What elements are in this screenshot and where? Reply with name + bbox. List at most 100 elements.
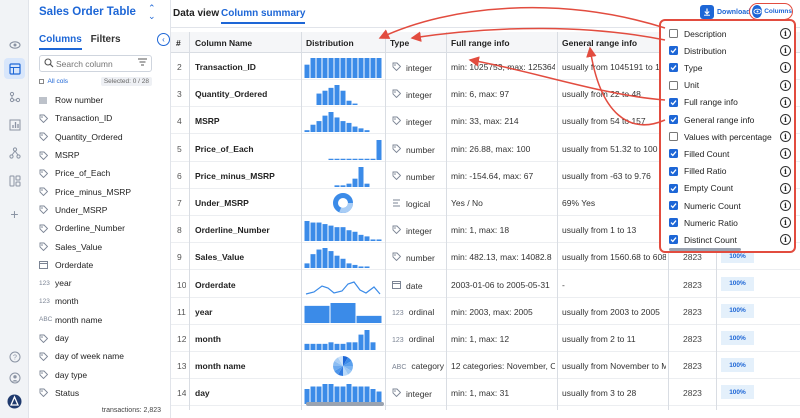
horizontal-scrollbar[interactable]	[306, 402, 384, 406]
columns-option[interactable]: Full range info i	[669, 94, 793, 111]
option-checkbox[interactable]	[669, 149, 678, 159]
table-row[interactable]: 14 day integer min: 1, max: 31 usually from …	[171, 379, 800, 407]
info-icon[interactable]: i	[780, 182, 791, 194]
popup-scrollbar[interactable]	[669, 248, 741, 251]
table-row[interactable]: 12 month 123 ordinal min: 1, max: 12 usually …	[171, 325, 800, 352]
sidebar-column-item[interactable]: day	[39, 329, 165, 347]
columns-option[interactable]: Filled Ratio i	[669, 163, 793, 180]
option-checkbox[interactable]	[669, 235, 678, 245]
plus-icon[interactable]: +	[4, 203, 25, 224]
columns-option[interactable]: General range info i	[669, 111, 793, 128]
distribution-chart	[304, 221, 382, 242]
option-checkbox[interactable]	[669, 29, 678, 38]
sidebar-column-item[interactable]: 123 month	[39, 292, 165, 310]
distribution-bar	[304, 263, 310, 269]
user-icon[interactable]	[4, 367, 25, 388]
dashboard-icon[interactable]	[4, 170, 25, 191]
filled-count: 2823	[683, 361, 702, 372]
option-checkbox[interactable]	[669, 63, 678, 73]
columns-option[interactable]: Distribution i	[669, 42, 793, 59]
sidebar-column-item[interactable]: Row number	[39, 91, 165, 109]
sidebar-column-item[interactable]: Price_of_Each	[39, 164, 165, 182]
distribution-bar	[370, 239, 376, 242]
download-button[interactable]: Download	[700, 4, 750, 20]
help-icon[interactable]: ?	[4, 346, 25, 367]
filled-count: 2823	[683, 306, 702, 317]
download-label: Download	[717, 8, 751, 16]
columns-option[interactable]: Type i	[669, 59, 793, 76]
option-checkbox[interactable]	[669, 201, 678, 210]
search-input[interactable]	[56, 58, 134, 70]
sidebar-column-item[interactable]: day type	[39, 365, 165, 383]
columns-option[interactable]: Distinct Count i	[669, 231, 793, 248]
sidebar-column-item[interactable]: Quantity_Ordered	[39, 128, 165, 146]
table-row[interactable]: 10 Orderdate date 2003-01-06 to 2005-05-31 -…	[171, 271, 800, 298]
option-checkbox[interactable]	[669, 183, 678, 193]
columns-option[interactable]: Numeric Ratio i	[669, 214, 793, 231]
header-general-range[interactable]: General range info	[562, 38, 637, 48]
option-checkbox[interactable]	[669, 80, 678, 90]
option-checkbox[interactable]	[669, 218, 678, 228]
table-title[interactable]: Sales Order Table	[39, 6, 136, 18]
sidebar-column-item[interactable]: ABC month name	[39, 311, 165, 329]
collapse-sidebar-icon[interactable]: ‹	[157, 33, 170, 46]
info-icon[interactable]: i	[780, 200, 791, 211]
option-checkbox[interactable]	[669, 132, 678, 142]
distribution-bar	[352, 126, 358, 133]
tab-column-summary[interactable]: Column summary	[221, 8, 306, 24]
tab-columns[interactable]: Columns	[39, 34, 82, 50]
info-icon[interactable]: i	[780, 165, 791, 177]
option-checkbox[interactable]	[669, 166, 678, 176]
info-icon[interactable]: i	[780, 96, 791, 108]
option-checkbox[interactable]	[669, 97, 678, 107]
info-icon[interactable]: i	[780, 28, 791, 39]
info-icon[interactable]: i	[780, 114, 791, 125]
filter-icon[interactable]	[138, 58, 147, 68]
columns-option[interactable]: Values with percentage i	[669, 128, 793, 145]
header-full-range[interactable]: Full range info	[451, 38, 510, 48]
sidebar-column-item[interactable]: MSRP	[39, 146, 165, 164]
info-icon[interactable]: i	[780, 148, 791, 160]
sidebar-column-item[interactable]: Under_MSRP	[39, 201, 165, 219]
all-cols-checkbox[interactable]	[39, 78, 44, 84]
header-distribution[interactable]: Distribution	[306, 38, 354, 48]
chart-icon[interactable]	[4, 114, 25, 135]
table-icon[interactable]	[4, 58, 25, 79]
columns-option[interactable]: Empty Count i	[669, 180, 793, 197]
all-cols-label[interactable]: All cols	[47, 78, 68, 85]
sidebar-column-item[interactable]: Orderdate	[39, 256, 165, 274]
sidebar-column-item[interactable]: 123 year	[39, 274, 165, 292]
columns-option[interactable]: Unit i	[669, 77, 793, 94]
info-icon[interactable]: i	[780, 217, 791, 229]
sidebar-column-label: day of week name	[55, 351, 124, 362]
tab-data-view[interactable]: Data view	[173, 8, 219, 19]
columns-option[interactable]: Numeric Count i	[669, 197, 793, 214]
info-icon[interactable]: i	[780, 62, 791, 74]
info-icon[interactable]: i	[780, 131, 791, 143]
table-row[interactable]: 11 year 123 ordinal min: 2003, max: 2005 usua…	[171, 298, 800, 325]
option-checkbox[interactable]	[669, 115, 678, 124]
header-type[interactable]: Type	[390, 38, 409, 48]
columns-option[interactable]: Filled Count i	[669, 145, 793, 162]
info-icon[interactable]: i	[780, 234, 791, 246]
header-num[interactable]: #	[176, 38, 181, 48]
option-checkbox[interactable]	[669, 46, 678, 56]
filled-ratio: 100%	[721, 385, 754, 400]
header-column-name[interactable]: Column Name	[195, 38, 252, 48]
table-switch-icon[interactable]: ⌃ ⌄	[148, 4, 156, 21]
tree-icon[interactable]	[4, 142, 25, 163]
eye-icon[interactable]	[4, 34, 25, 55]
sidebar-column-item[interactable]: Orderline_Number	[39, 219, 165, 237]
columns-option[interactable]: Description i	[669, 25, 793, 42]
sidebar-column-item[interactable]: Sales_Value	[39, 237, 165, 255]
table-row[interactable]: 13 month name ABC category 12 categories: No…	[171, 352, 800, 380]
tab-filters[interactable]: Filters	[91, 34, 121, 48]
sidebar-column-item[interactable]: Status	[39, 384, 165, 402]
sidebar-column-item[interactable]: day of week name	[39, 347, 165, 365]
flow-icon[interactable]	[4, 86, 25, 107]
info-icon[interactable]: i	[780, 79, 791, 91]
sidebar-column-item[interactable]: Price_minus_MSRP	[39, 182, 165, 200]
columns-button[interactable]: Columns	[749, 3, 793, 20]
info-icon[interactable]: i	[780, 45, 791, 57]
sidebar-column-item[interactable]: Transaction_ID	[39, 109, 165, 127]
